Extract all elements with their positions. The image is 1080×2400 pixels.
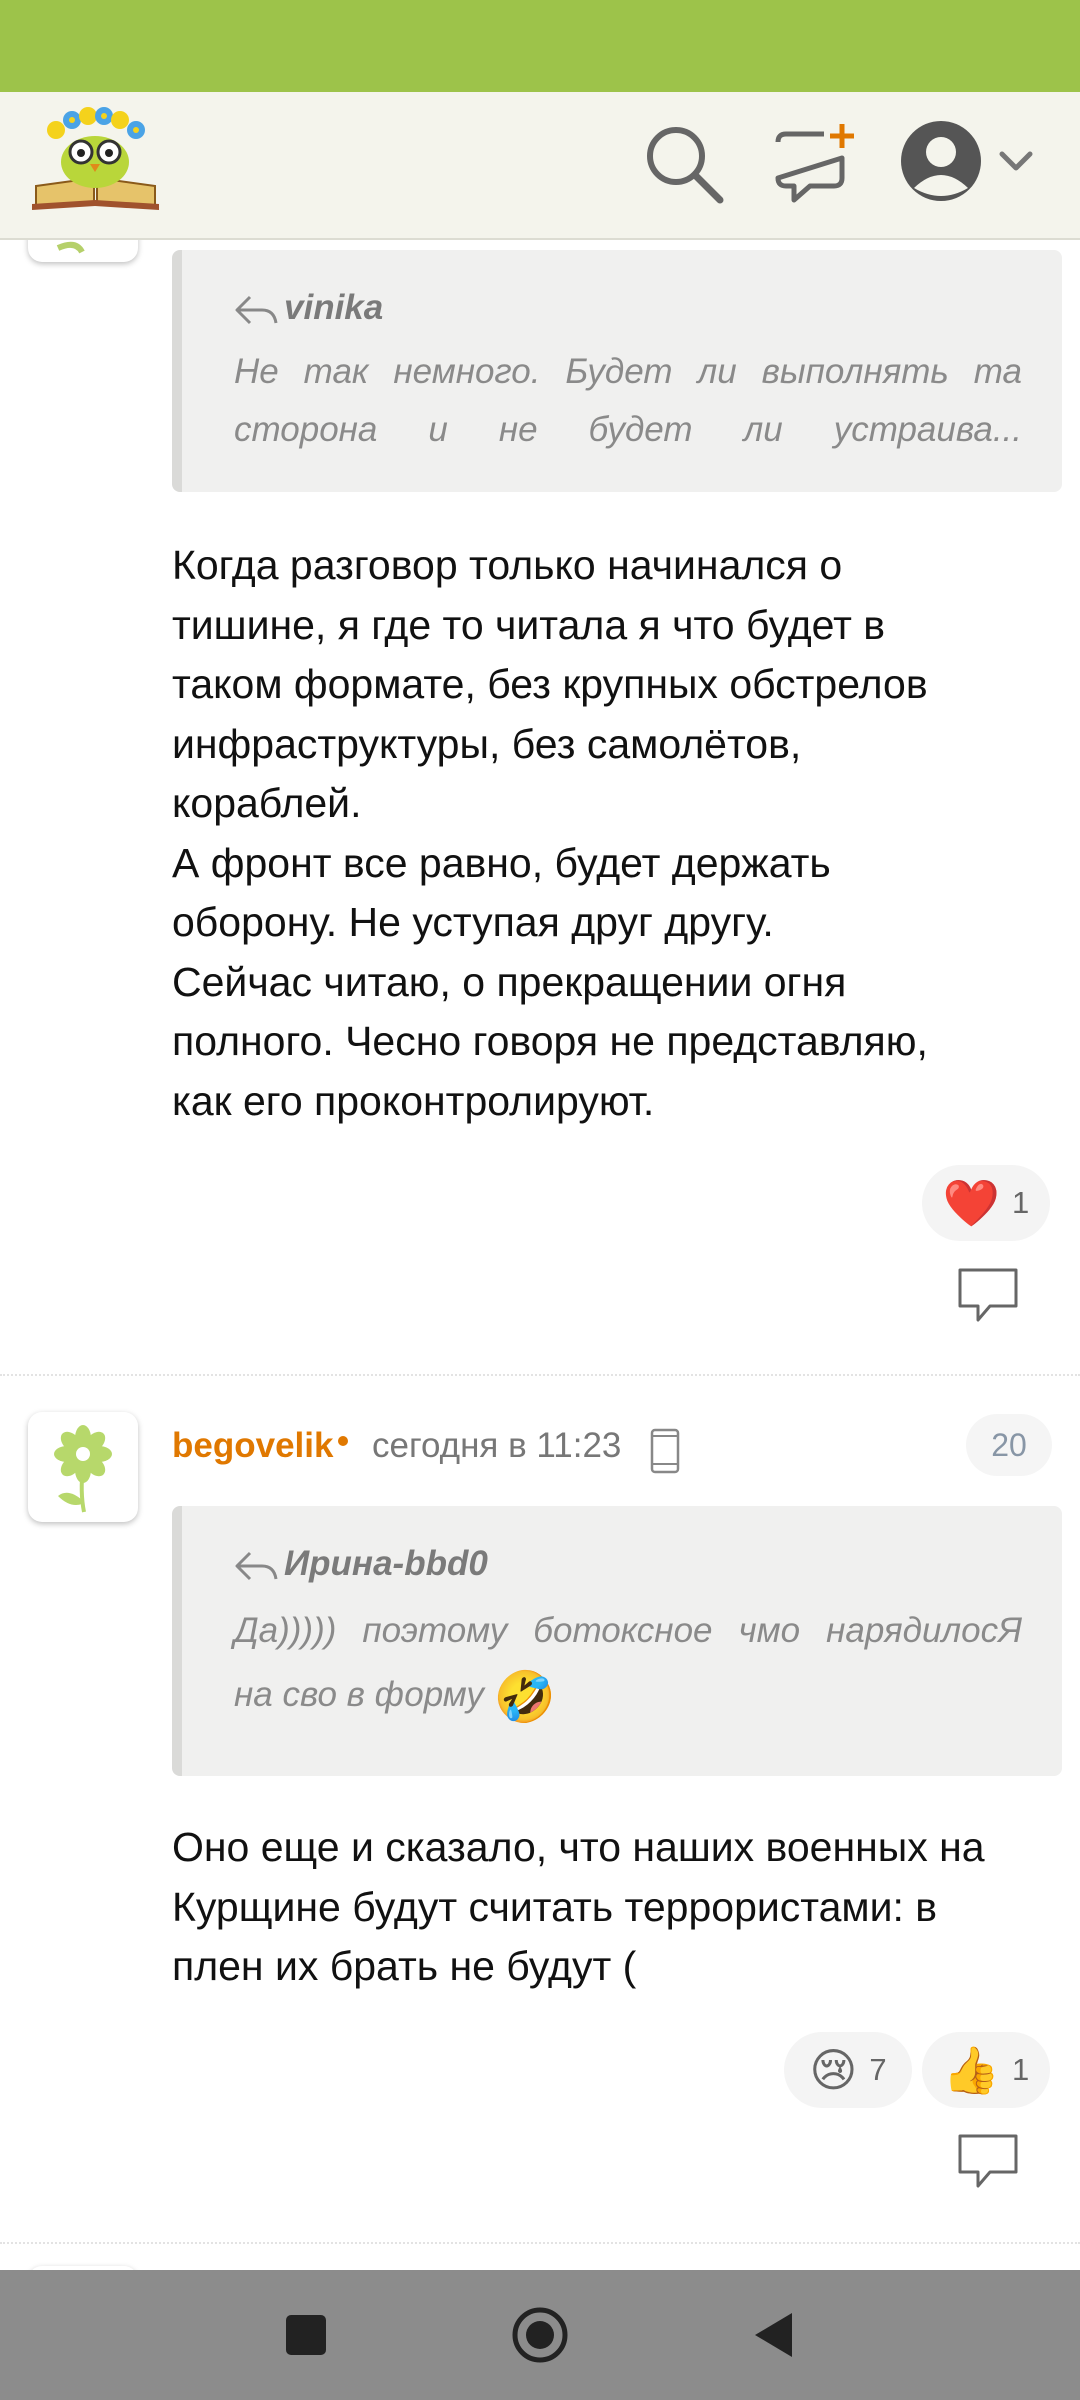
triangle-back-icon[interactable] (752, 2310, 796, 2360)
rofl-emoji-icon: 🤣 (493, 1668, 556, 1725)
reply-arrow-icon (235, 1551, 278, 1580)
reaction-thumbs-up[interactable]: 👍 1 (922, 2032, 1050, 2108)
online-indicator (338, 1436, 348, 1446)
heart-icon: ❤️ (942, 1177, 1001, 1229)
comment-divider (0, 2242, 1080, 2244)
circle-home-icon[interactable] (510, 2305, 570, 2365)
reaction-heart[interactable]: ❤️ 1 (922, 1165, 1050, 1241)
search-icon[interactable] (642, 122, 726, 206)
comment-text: Оно еще и сказало, что наших военных на … (172, 1824, 985, 1989)
flower-avatar (56, 241, 85, 254)
crying-face-icon: 😢 (809, 2044, 858, 2096)
reaction-count: 1 (1012, 1185, 1030, 1220)
comment-timestamp[interactable]: сегодня в 11:23 (372, 1426, 621, 1466)
avatar[interactable] (28, 240, 138, 262)
reaction-count: 1 (1012, 2052, 1030, 2087)
quote-text-line: Не так немного. Будет ли выполнять та (234, 352, 1022, 391)
comment-divider (0, 1374, 1080, 1376)
avatar[interactable] (28, 1412, 138, 1522)
quote-text-line: Да))))) поэтому ботоксное чмо нарядилосЯ (234, 1611, 1022, 1650)
mobile-phone-icon (650, 1428, 680, 1474)
reply-arrow-icon (235, 295, 278, 324)
comment-number-badge[interactable]: 20 (966, 1414, 1052, 1476)
quote-author[interactable]: vinika (234, 288, 383, 328)
system-navigation-bar (0, 2270, 1080, 2400)
quote-text-line: на сво в форму 🤣 (234, 1668, 556, 1725)
account-menu-button[interactable] (898, 118, 1038, 208)
quote-text-line: сторона и не будет ли устраива... (234, 410, 1022, 449)
quote-block: Ирина-bbd0 Да))))) поэтому ботоксное чмо… (172, 1506, 1062, 1776)
quote-block: vinika Не так немного. Будет ли выполнят… (172, 250, 1062, 492)
comment-text: Когда разговор только начинался о тишине… (172, 542, 928, 1124)
reaction-sad[interactable]: 😢 7 (784, 2032, 912, 2108)
thumbs-up-icon: 👍 (942, 2044, 1001, 2096)
quote-author[interactable]: Ирина-bbd0 (234, 1544, 488, 1584)
reaction-count: 7 (869, 2052, 887, 2087)
flower-avatar (54, 1425, 112, 1513)
new-post-icon[interactable] (772, 122, 858, 208)
reply-icon[interactable] (956, 1266, 1020, 1326)
username-link[interactable]: begovelik (172, 1426, 333, 1466)
status-bar (0, 0, 1080, 92)
square-recents-icon[interactable] (284, 2313, 328, 2357)
comments-feed[interactable]: vinika Не так немного. Будет ли выполнят… (0, 240, 1080, 2270)
owl-on-book-logo[interactable] (28, 100, 163, 212)
reply-icon[interactable] (956, 2132, 1020, 2192)
